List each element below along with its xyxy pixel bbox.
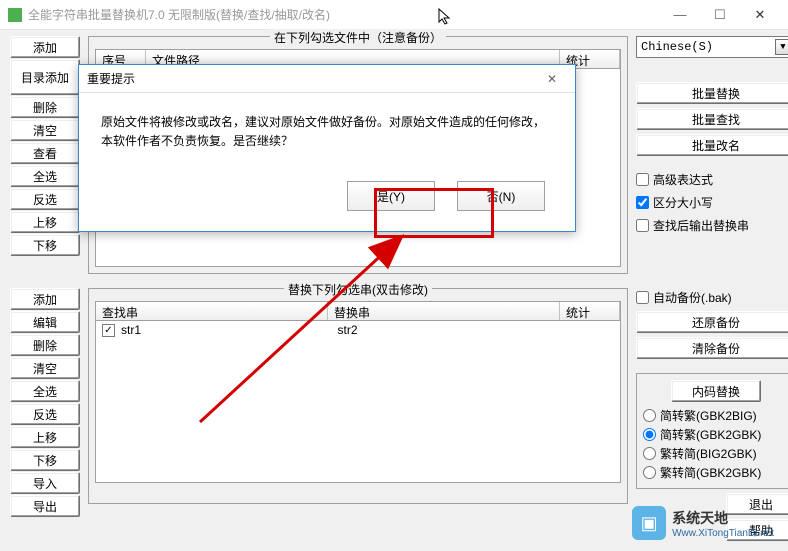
dialog-titlebar[interactable]: 重要提示 ✕ <box>79 65 575 93</box>
string-btn-2[interactable]: 删除 <box>10 334 80 356</box>
string-list-button-column: 添加编辑删除清空全选反选上移下移导入导出 <box>10 288 80 517</box>
watermark-name: 系统天地 <box>672 508 774 528</box>
file-btn-1[interactable]: 目录添加 <box>10 59 80 95</box>
encoding-replace-button[interactable]: 内码替换 <box>671 380 761 402</box>
string-btn-4[interactable]: 全选 <box>10 380 80 402</box>
string-group-title: 替换下列勾选串(双击修改) <box>284 281 432 298</box>
file-btn-0[interactable]: 添加 <box>10 36 80 58</box>
clear-backup-button[interactable]: 清除备份 <box>636 337 788 359</box>
opt-advanced-expr[interactable]: 高级表达式 <box>636 170 788 189</box>
right-panel: Chinese(S) ▼ 批量替换 批量查找 批量改名 高级表达式 区分大小写 … <box>636 36 788 235</box>
restore-backup-button[interactable]: 还原备份 <box>636 311 788 333</box>
close-button[interactable]: ✕ <box>740 1 780 29</box>
string-list-header: 查找串 替换串 统计 <box>95 301 621 321</box>
encoding-radio-1[interactable]: 简转繁(GBK2GBK) <box>643 425 788 444</box>
row-replace-value: str2 <box>338 323 555 337</box>
string-btn-1[interactable]: 编辑 <box>10 311 80 333</box>
file-btn-3[interactable]: 清空 <box>10 119 80 141</box>
encoding-radio-0[interactable]: 简转繁(GBK2BIG) <box>643 406 788 425</box>
window-controls: — ☐ ✕ <box>660 1 780 29</box>
col-stats-header-2[interactable]: 统计 <box>560 302 620 320</box>
watermark: ▣ 系统天地 Www.XiTongTianDi.net <box>632 506 774 540</box>
minimize-button[interactable]: — <box>660 1 700 29</box>
string-btn-8[interactable]: 导入 <box>10 472 80 494</box>
string-btn-5[interactable]: 反选 <box>10 403 80 425</box>
file-btn-8[interactable]: 下移 <box>10 234 80 256</box>
col-find-header[interactable]: 查找串 <box>96 302 328 320</box>
watermark-icon: ▣ <box>632 506 666 540</box>
file-btn-5[interactable]: 全选 <box>10 165 80 187</box>
col-replace-header[interactable]: 替换串 <box>328 302 560 320</box>
file-btn-6[interactable]: 反选 <box>10 188 80 210</box>
string-btn-7[interactable]: 下移 <box>10 449 80 471</box>
window-title: 全能字符串批量替换机7.0 无限制版(替换/查找/抽取/改名) <box>28 6 660 23</box>
opt-auto-backup[interactable]: 自动备份(.bak) <box>636 288 788 307</box>
encoding-radio-3[interactable]: 繁转简(GBK2GBK) <box>643 463 788 482</box>
language-select[interactable]: Chinese(S) ▼ <box>636 36 788 58</box>
string-btn-6[interactable]: 上移 <box>10 426 80 448</box>
file-btn-2[interactable]: 删除 <box>10 96 80 118</box>
file-group-title: 在下列勾选文件中（注意备份） <box>270 29 446 46</box>
dialog-body-text: 原始文件将被修改或改名，建议对原始文件做好备份。对原始文件造成的任何修改，本软件… <box>79 93 575 171</box>
right-panel-lower: 自动备份(.bak) 还原备份 清除备份 内码替换 简转繁(GBK2BIG)简转… <box>636 288 788 541</box>
window-titlebar: 全能字符串批量替换机7.0 无限制版(替换/查找/抽取/改名) — ☐ ✕ <box>0 0 788 30</box>
dialog-no-button[interactable]: 否(N) <box>457 181 545 211</box>
opt-output-after-find[interactable]: 查找后输出替换串 <box>636 216 788 235</box>
batch-rename-button[interactable]: 批量改名 <box>636 134 788 156</box>
string-list-body[interactable]: str1str2 <box>95 321 621 483</box>
row-find-value: str1 <box>121 323 338 337</box>
opt-case-sensitive[interactable]: 区分大小写 <box>636 193 788 212</box>
file-btn-7[interactable]: 上移 <box>10 211 80 233</box>
confirm-dialog: 重要提示 ✕ 原始文件将被修改或改名，建议对原始文件做好备份。对原始文件造成的任… <box>78 64 576 232</box>
maximize-button[interactable]: ☐ <box>700 1 740 29</box>
encoding-radio-2[interactable]: 繁转简(BIG2GBK) <box>643 444 788 463</box>
watermark-url: Www.XiTongTianDi.net <box>672 528 774 539</box>
string-btn-3[interactable]: 清空 <box>10 357 80 379</box>
file-btn-4[interactable]: 查看 <box>10 142 80 164</box>
string-btn-9[interactable]: 导出 <box>10 495 80 517</box>
file-list-button-column: 添加目录添加删除清空查看全选反选上移下移 <box>10 36 80 256</box>
string-btn-0[interactable]: 添加 <box>10 288 80 310</box>
table-row[interactable]: str1str2 <box>96 321 620 339</box>
language-value: Chinese(S) <box>641 40 713 54</box>
row-checkbox[interactable] <box>102 324 115 337</box>
dialog-close-button[interactable]: ✕ <box>537 68 567 90</box>
chevron-down-icon: ▼ <box>775 39 788 55</box>
dialog-yes-button[interactable]: 是(Y) <box>347 181 435 211</box>
app-icon <box>8 8 22 22</box>
batch-find-button[interactable]: 批量查找 <box>636 108 788 130</box>
encoding-group: 内码替换 简转繁(GBK2BIG)简转繁(GBK2GBK)繁转简(BIG2GBK… <box>636 373 788 489</box>
dialog-title: 重要提示 <box>87 70 537 87</box>
batch-replace-button[interactable]: 批量替换 <box>636 82 788 104</box>
